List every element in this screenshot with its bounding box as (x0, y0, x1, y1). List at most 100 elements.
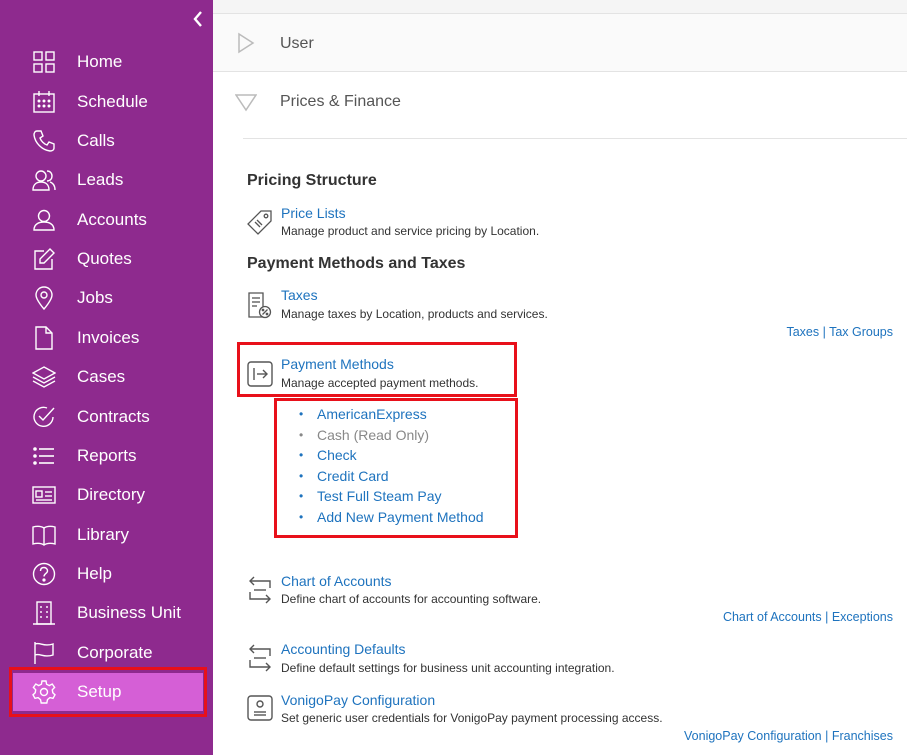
chart-right-links: Chart of Accounts | Exceptions (723, 610, 893, 624)
price-lists-link[interactable]: Price Lists (281, 205, 346, 221)
link-separator: | (825, 610, 829, 624)
price-tag-icon (246, 208, 274, 236)
collapse-sidebar-button[interactable] (189, 10, 207, 32)
payment-method-americanexpress[interactable]: AmericanExpress (299, 404, 484, 425)
sidebar-item-label: Schedule (77, 92, 148, 111)
sidebar-item-label: Quotes (77, 249, 132, 268)
card-terminal-icon (246, 694, 274, 722)
flag-icon (32, 641, 56, 665)
payment-method-credit-card[interactable]: Credit Card (299, 466, 484, 487)
list-icon (32, 444, 56, 468)
chart-of-accounts-desc: Define chart of accounts for accounting … (281, 592, 542, 606)
payment-method-cash: Cash (Read Only) (299, 425, 484, 446)
sidebar-item-label: Invoices (77, 328, 140, 347)
sidebar-item-cases[interactable]: Cases (0, 358, 213, 396)
sidebar-item-leads[interactable]: Leads (0, 161, 213, 199)
franchises-link[interactable]: Franchises (832, 729, 893, 743)
calendar-icon (32, 90, 56, 114)
check-circle-icon (32, 405, 56, 429)
building-icon (32, 601, 56, 625)
triangle-right-icon (235, 32, 257, 54)
vonigopay-configuration-link[interactable]: VonigoPay Configuration (281, 692, 435, 708)
sidebar-item-accounts[interactable]: Accounts (0, 201, 213, 239)
sidebar-item-reports[interactable]: Reports (0, 437, 213, 475)
sidebar-item-quotes[interactable]: Quotes (0, 240, 213, 278)
sidebar-item-label: Accounts (77, 210, 147, 229)
taxes-sub-link[interactable]: Taxes (786, 325, 819, 339)
pricing-structure-heading: Pricing Structure (247, 172, 377, 189)
vonigopay-right-links: VonigoPay Configuration | Franchises (684, 729, 893, 743)
sidebar-item-label: Business Unit (77, 603, 181, 622)
edit-icon (32, 247, 56, 271)
payment-methods-list: AmericanExpress Cash (Read Only) Check C… (299, 404, 484, 528)
sidebar-item-home[interactable]: Home (0, 43, 213, 81)
users-icon (32, 168, 56, 192)
section-user-header[interactable]: User (213, 14, 907, 72)
payment-method-check[interactable]: Check (299, 445, 484, 466)
tax-groups-link[interactable]: Tax Groups (829, 325, 893, 339)
sidebar-item-invoices[interactable]: Invoices (0, 319, 213, 357)
sidebar-item-schedule[interactable]: Schedule (0, 83, 213, 121)
sidebar-item-contracts[interactable]: Contracts (0, 398, 213, 436)
sidebar-item-corporate[interactable]: Corporate (0, 634, 213, 672)
help-circle-icon (32, 562, 56, 586)
chart-of-accounts-link[interactable]: Chart of Accounts (281, 573, 392, 589)
sidebar-item-label: Help (77, 564, 112, 583)
taxes-desc: Manage taxes by Location, products and s… (281, 307, 548, 321)
link-separator: | (822, 325, 826, 339)
sidebar-item-label: Jobs (77, 288, 113, 307)
taxes-link[interactable]: Taxes (281, 287, 318, 303)
triangle-down-icon (234, 91, 258, 113)
file-icon (32, 326, 56, 350)
section-prices-header[interactable]: Prices & Finance (213, 72, 907, 130)
map-pin-icon (32, 286, 56, 310)
sidebar-item-label: Setup (77, 682, 122, 701)
sidebar-item-label: Corporate (77, 643, 153, 662)
section-prices-title: Prices & Finance (280, 93, 401, 110)
link-separator: | (825, 729, 829, 743)
sidebar-item-label: Home (77, 52, 123, 71)
top-strip (213, 0, 907, 14)
payment-taxes-heading: Payment Methods and Taxes (247, 255, 466, 272)
sidebar-item-label: Calls (77, 131, 115, 150)
sidebar: Home Schedule Calls Leads Accounts Quote… (0, 0, 213, 755)
grid-icon (32, 50, 56, 74)
sidebar-item-label: Cases (77, 367, 126, 386)
phone-icon (32, 129, 56, 153)
payment-exit-icon (246, 360, 274, 388)
sidebar-item-label: Contracts (77, 407, 150, 426)
section-divider (243, 138, 907, 139)
exceptions-link[interactable]: Exceptions (832, 610, 893, 624)
sidebar-item-directory[interactable]: Directory (0, 476, 213, 514)
transfer-icon (246, 576, 274, 604)
price-lists-desc: Manage product and service pricing by Lo… (281, 224, 540, 238)
sidebar-item-library[interactable]: Library (0, 516, 213, 554)
vonigopay-config-sub-link[interactable]: VonigoPay Configuration (684, 729, 822, 743)
tax-document-icon (246, 291, 274, 319)
user-icon (32, 208, 56, 232)
vonigopay-configuration-desc: Set generic user credentials for VonigoP… (281, 711, 663, 725)
sidebar-item-business-unit[interactable]: Business Unit (0, 594, 213, 632)
id-card-icon (32, 483, 56, 507)
accounting-defaults-desc: Define default settings for business uni… (281, 661, 615, 675)
payment-methods-desc: Manage accepted payment methods. (281, 376, 479, 390)
section-user-title: User (280, 35, 314, 52)
sidebar-item-setup[interactable]: Setup (13, 673, 203, 711)
sidebar-item-label: Leads (77, 170, 124, 189)
sidebar-item-label: Library (77, 525, 129, 544)
payment-method-test-full-steam-pay[interactable]: Test Full Steam Pay (299, 486, 484, 507)
chart-of-accounts-sub-link[interactable]: Chart of Accounts (723, 610, 822, 624)
add-new-payment-method-link[interactable]: Add New Payment Method (299, 507, 484, 528)
gear-icon (32, 680, 56, 704)
sidebar-item-help[interactable]: Help (0, 555, 213, 593)
layers-icon (32, 365, 56, 389)
sidebar-item-label: Directory (77, 485, 146, 504)
transfer-icon (246, 644, 274, 672)
sidebar-item-jobs[interactable]: Jobs (0, 279, 213, 317)
payment-methods-link[interactable]: Payment Methods (281, 356, 394, 372)
sidebar-item-calls[interactable]: Calls (0, 122, 213, 160)
book-icon (32, 523, 56, 547)
accounting-defaults-link[interactable]: Accounting Defaults (281, 641, 406, 657)
chevron-left-icon (193, 11, 202, 27)
sidebar-item-label: Reports (77, 446, 137, 465)
